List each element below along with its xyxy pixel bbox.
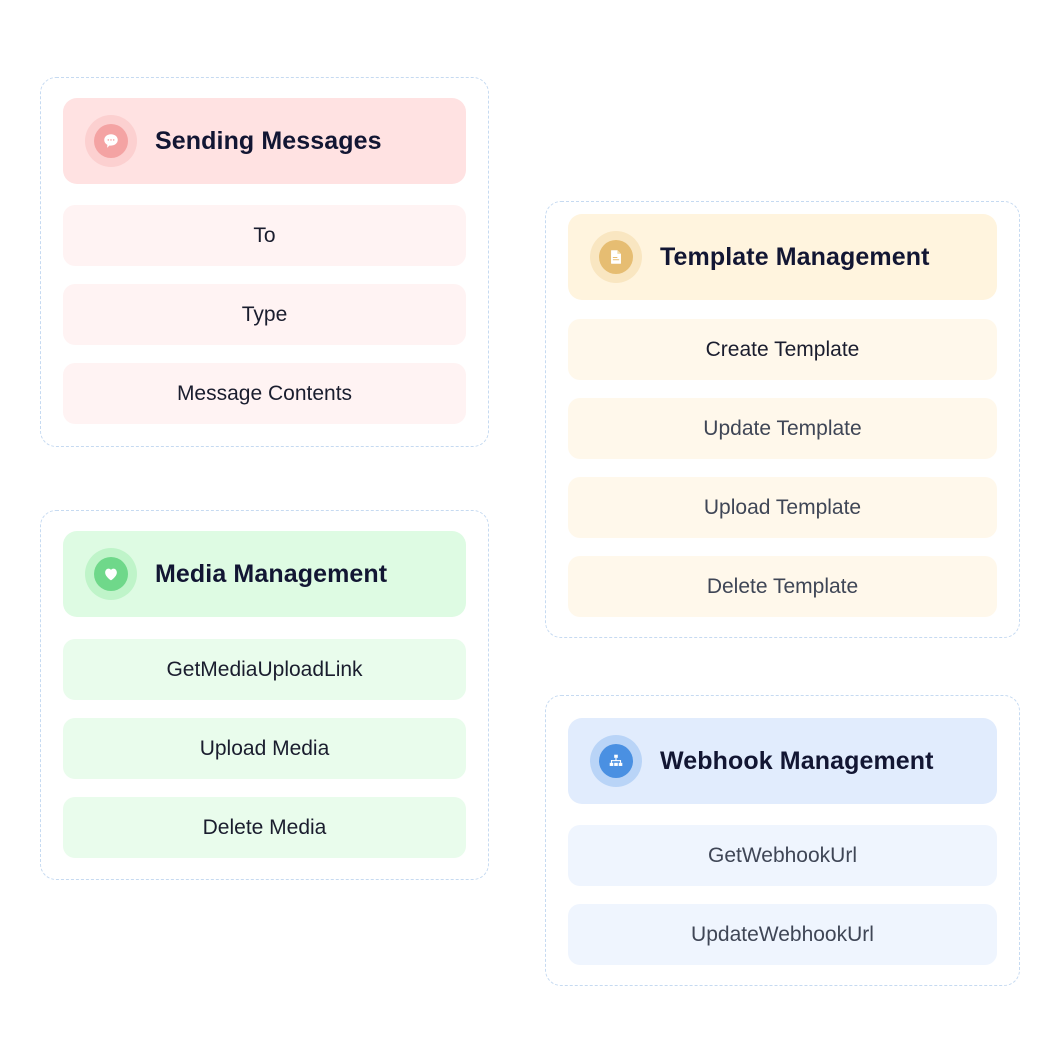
media-management-title: Media Management bbox=[155, 559, 388, 588]
document-icon bbox=[611, 250, 621, 264]
template-item-upload[interactable]: Upload Template bbox=[568, 477, 997, 538]
template-management-group: Template Management Create Template Upda… bbox=[545, 201, 1020, 638]
sitemap-icon bbox=[609, 754, 623, 766]
template-management-title: Template Management bbox=[660, 242, 930, 271]
template-item-update[interactable]: Update Template bbox=[568, 398, 997, 459]
media-item-delete[interactable]: Delete Media bbox=[63, 797, 466, 858]
sending-messages-icon-badge bbox=[85, 115, 137, 167]
webhook-management-header: Webhook Management bbox=[568, 718, 997, 804]
media-management-icon-badge bbox=[85, 548, 137, 600]
webhook-item-get-url[interactable]: GetWebhookUrl bbox=[568, 825, 997, 886]
media-management-header: Media Management bbox=[63, 531, 466, 617]
sending-item-to[interactable]: To bbox=[63, 205, 466, 266]
template-management-icon-badge bbox=[590, 231, 642, 283]
media-management-group: Media Management GetMediaUploadLink Uplo… bbox=[40, 510, 489, 880]
webhook-management-group: Webhook Management GetWebhookUrl UpdateW… bbox=[545, 695, 1020, 986]
heart-icon bbox=[105, 568, 117, 581]
template-item-delete[interactable]: Delete Template bbox=[568, 556, 997, 617]
sending-messages-group: Sending Messages To Type Message Content… bbox=[40, 77, 489, 447]
chat-bubble-icon bbox=[104, 134, 118, 148]
webhook-management-title: Webhook Management bbox=[660, 746, 934, 775]
webhook-item-update-url[interactable]: UpdateWebhookUrl bbox=[568, 904, 997, 965]
media-item-get-upload-link[interactable]: GetMediaUploadLink bbox=[63, 639, 466, 700]
sending-messages-title: Sending Messages bbox=[155, 126, 382, 155]
template-item-create[interactable]: Create Template bbox=[568, 319, 997, 380]
sending-messages-header: Sending Messages bbox=[63, 98, 466, 184]
template-management-header: Template Management bbox=[568, 214, 997, 300]
webhook-management-icon-badge bbox=[590, 735, 642, 787]
sending-item-type[interactable]: Type bbox=[63, 284, 466, 345]
sending-item-message-contents[interactable]: Message Contents bbox=[63, 363, 466, 424]
media-item-upload[interactable]: Upload Media bbox=[63, 718, 466, 779]
